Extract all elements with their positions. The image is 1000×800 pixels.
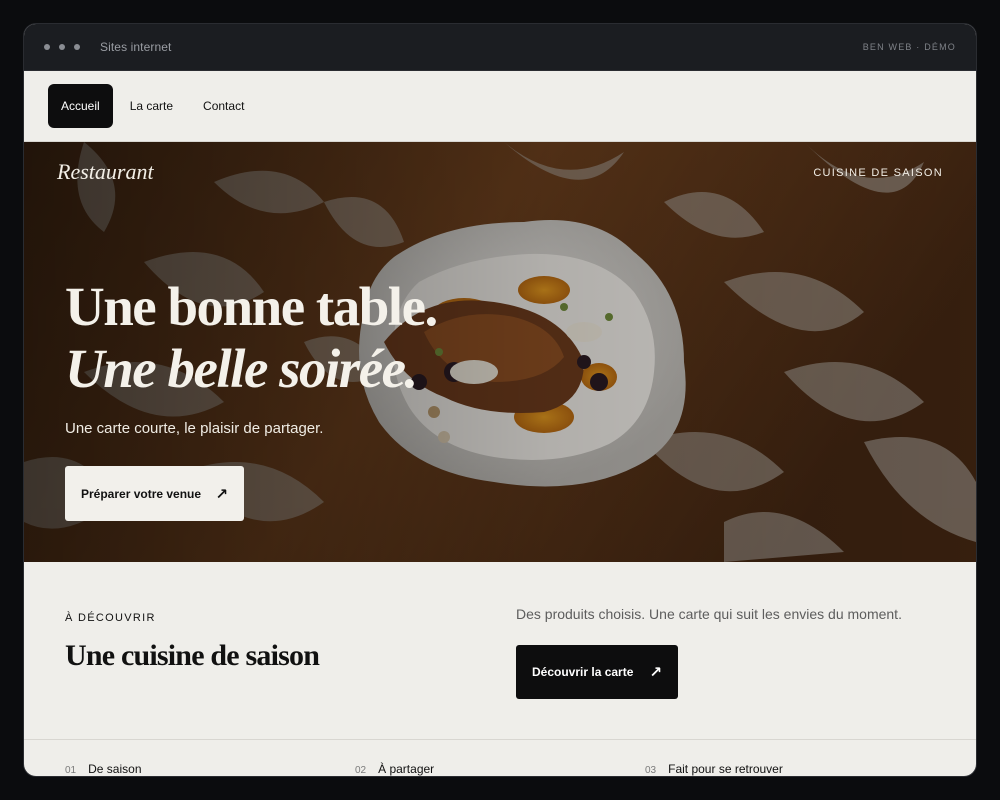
feature-label: De saison [88, 762, 142, 776]
feature-label: Fait pour se retrouver [668, 762, 783, 776]
nav-item-la-carte[interactable]: La carte [117, 84, 186, 128]
arrow-up-right-icon: ↗ [649, 664, 662, 681]
hero-tagline: CUISINE DE SAISON [813, 167, 943, 179]
discover-text: Des produits choisis. Une carte qui suit… [516, 606, 902, 622]
discover-title: Une cuisine de saison [65, 639, 320, 672]
feature-item: 03 Fait pour se retrouver [645, 762, 783, 776]
feature-number: 03 [645, 765, 657, 776]
restaurant-logo[interactable]: Restaurant [57, 159, 154, 185]
features-row: 01 De saison 02 À partager 03 Fait pour … [24, 740, 976, 776]
browser-window: Sites internet BEN WEB · DÉMO Accueil La… [24, 24, 976, 776]
discover-menu-label: Découvrir la carte [532, 665, 634, 679]
window-brand: BEN WEB · DÉMO [862, 42, 956, 52]
hero-headline-line2: Une belle soirée. [65, 338, 418, 399]
nav-item-contact[interactable]: Contact [190, 84, 257, 128]
discover-section: À DÉCOUVRIR Une cuisine de saison Des pr… [24, 562, 976, 740]
main-nav: Accueil La carte Contact [24, 71, 976, 142]
window-dot[interactable] [44, 44, 50, 50]
discover-eyebrow: À DÉCOUVRIR [65, 612, 156, 624]
window-dot[interactable] [59, 44, 65, 50]
hero-headline: Une bonne table. Une belle soirée. [65, 276, 438, 400]
window-titlebar: Sites internet BEN WEB · DÉMO [24, 24, 976, 71]
hero-headline-line1: Une bonne table. [65, 276, 438, 337]
window-dot[interactable] [74, 44, 80, 50]
arrow-up-right-icon: ↗ [215, 485, 228, 503]
feature-label: À partager [378, 762, 435, 776]
window-title: Sites internet [100, 40, 172, 54]
hero-section: Restaurant CUISINE DE SAISON Une bonne t… [24, 142, 976, 562]
window-controls [44, 44, 80, 50]
feature-number: 02 [355, 765, 367, 776]
prepare-visit-label: Préparer votre venue [81, 486, 202, 501]
feature-number: 01 [65, 765, 77, 776]
prepare-visit-button[interactable]: Préparer votre venue ↗ [65, 466, 244, 521]
hero-subtitle: Une carte courte, le plaisir de partager… [65, 420, 324, 437]
feature-item: 01 De saison [65, 762, 142, 776]
feature-item: 02 À partager [355, 762, 434, 776]
nav-item-accueil[interactable]: Accueil [48, 84, 113, 128]
discover-menu-button[interactable]: Découvrir la carte ↗ [516, 645, 678, 699]
